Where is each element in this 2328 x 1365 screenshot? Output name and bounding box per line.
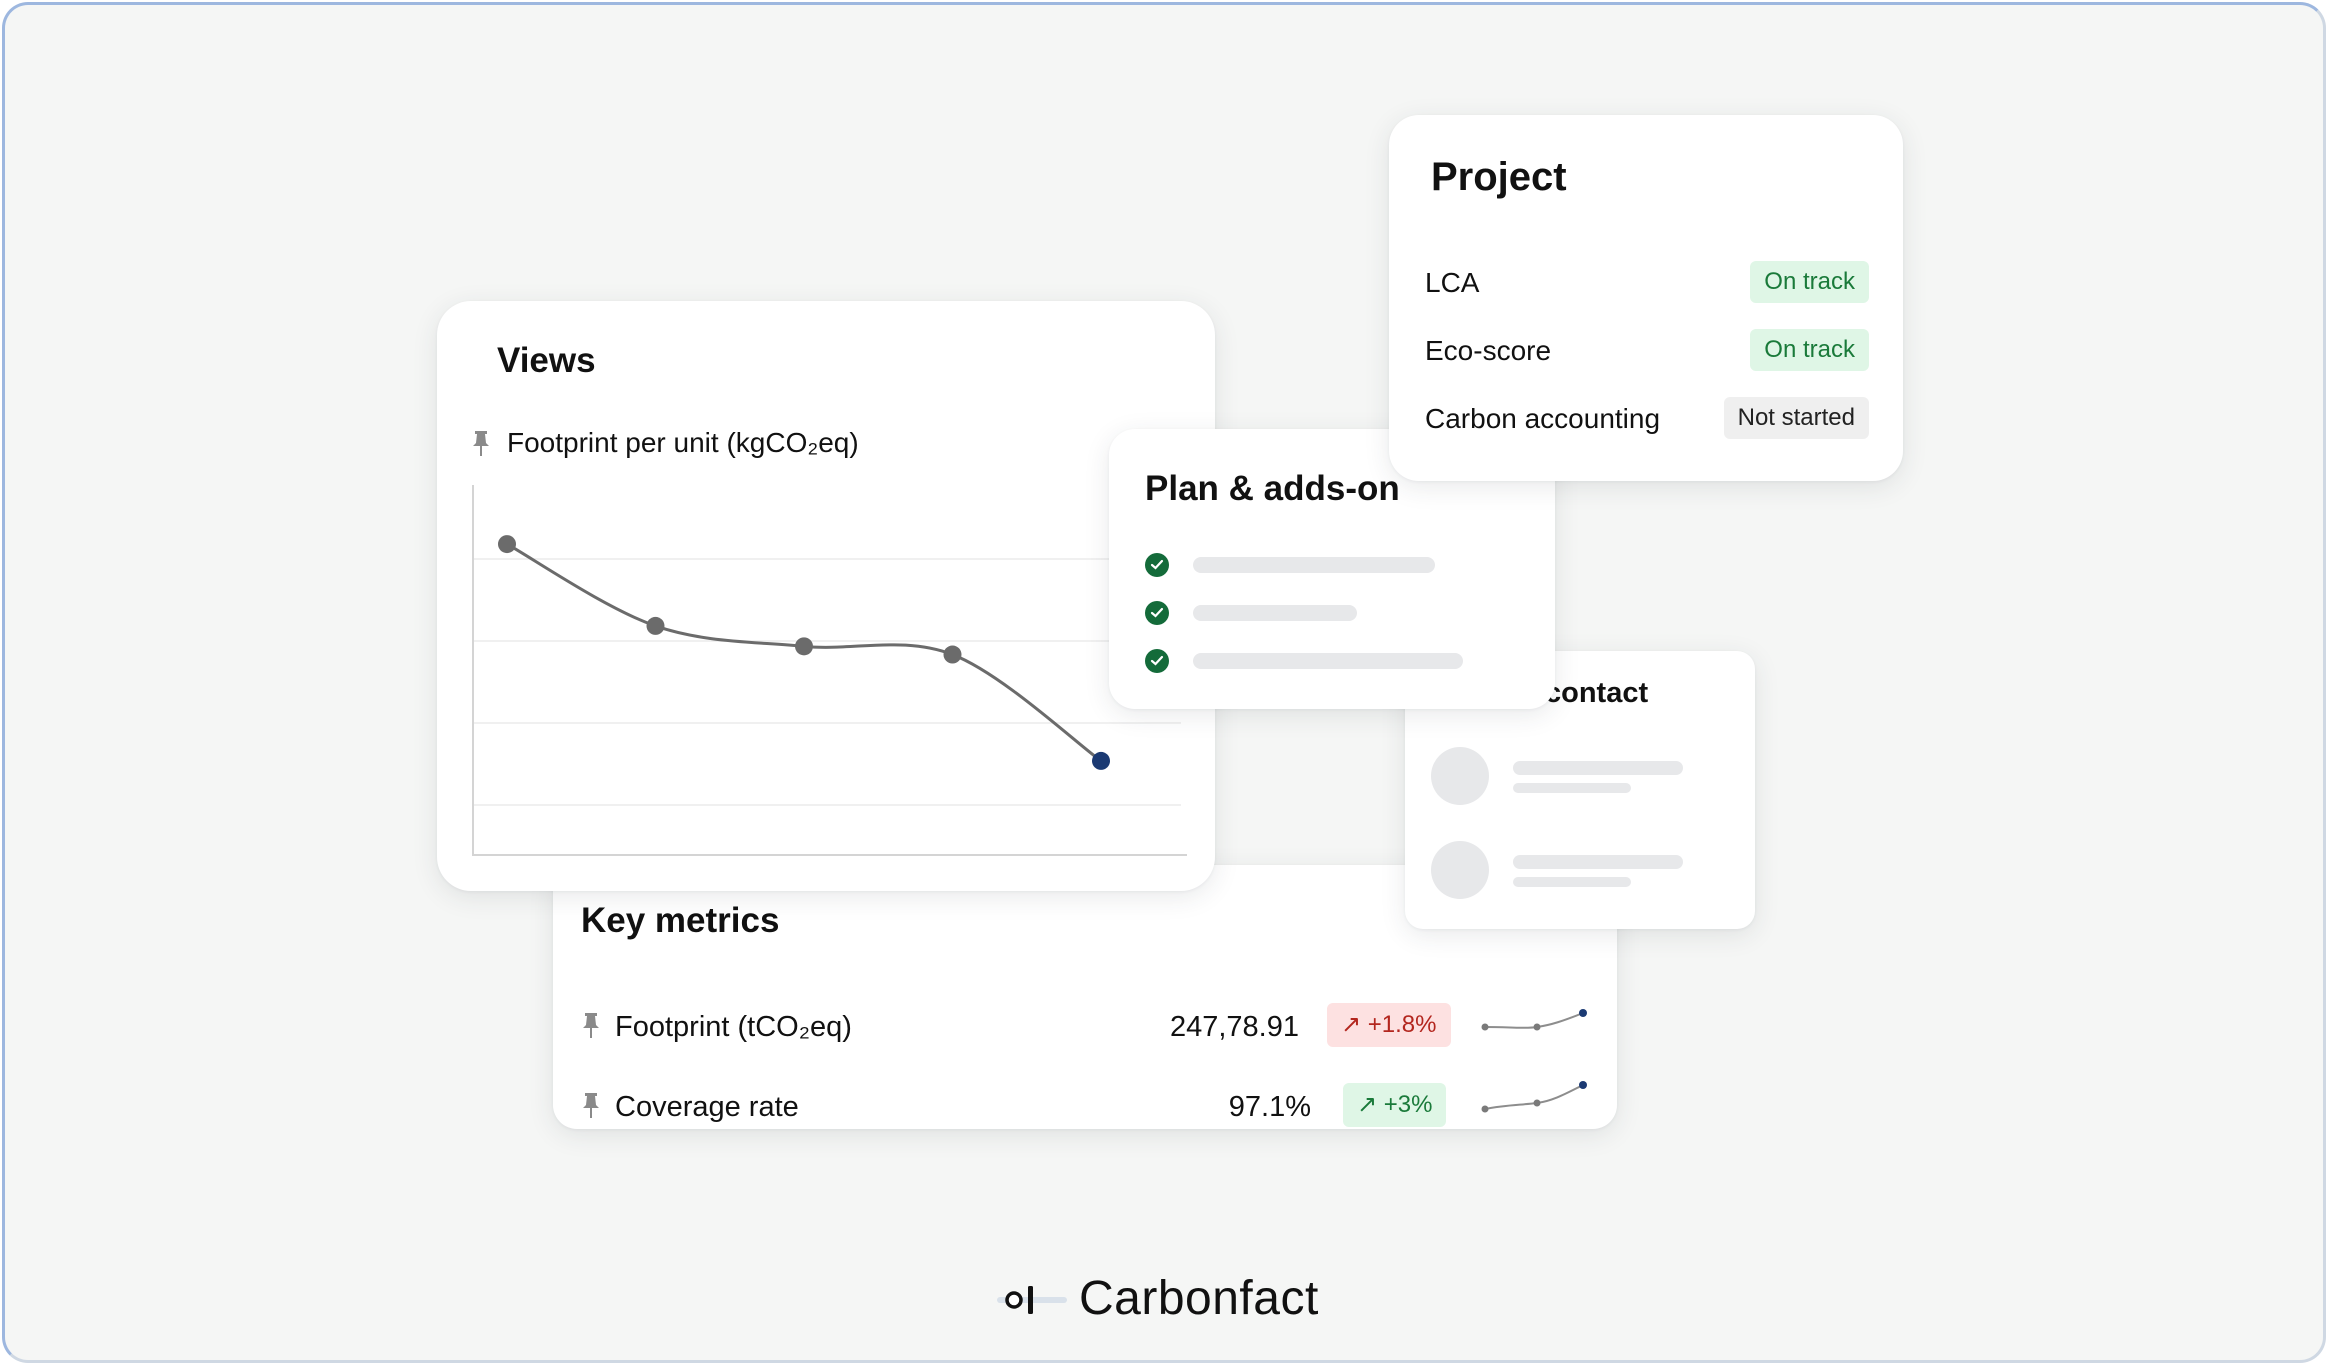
project-row-lca[interactable]: LCA On track	[1425, 261, 1869, 305]
project-label: Eco-score	[1425, 335, 1552, 366]
metric-row-footprint[interactable]: Footprint (tCO₂eq) 247,78.91 ↗ +1.8%	[553, 999, 1617, 1059]
key-metrics-title: Key metrics	[581, 901, 780, 940]
views-card: Views Footprint per unit (kgCO₂eq)	[437, 301, 1215, 891]
plan-item	[1145, 597, 1505, 627]
metric-value: 247,78.91	[1169, 1011, 1299, 1043]
data-point	[943, 645, 962, 664]
status-badge: Not started	[1723, 397, 1869, 439]
project-card: Project LCA On track Eco-score On track …	[1389, 115, 1903, 481]
avatar	[1431, 841, 1489, 899]
plan-title: Plan & adds-on	[1145, 469, 1400, 508]
project-title: Project	[1431, 155, 1567, 199]
change-badge: ↗ +1.8%	[1327, 1003, 1451, 1047]
plan-item	[1145, 645, 1505, 675]
skeleton-line	[1193, 605, 1357, 621]
skeleton-line	[1513, 783, 1631, 793]
status-badge: On track	[1750, 329, 1869, 371]
carbonfact-logo: Carbonfact	[997, 1271, 1377, 1329]
chart-axis	[472, 485, 1187, 856]
change-badge: ↗ +3%	[1343, 1083, 1447, 1127]
project-row-carbon-accounting[interactable]: Carbon accounting Not started	[1425, 397, 1869, 441]
plan-item	[1145, 549, 1505, 579]
skeleton-line	[1513, 877, 1631, 887]
avatar	[1431, 747, 1489, 805]
project-label: Carbon accounting	[1425, 403, 1661, 434]
sparkline	[1481, 1081, 1587, 1113]
pin-icon[interactable]	[581, 1013, 601, 1039]
footprint-line-chart	[472, 485, 1187, 856]
data-point	[498, 535, 516, 554]
canvas-frame: Key metrics Footprint (tCO₂eq) 247,78.91…	[2, 2, 2326, 1363]
sparkline	[1481, 1009, 1587, 1031]
skeleton-line	[1193, 653, 1463, 669]
project-row-eco-score[interactable]: Eco-score On track	[1425, 329, 1869, 373]
logo-mark-icon	[997, 1286, 1067, 1314]
status-badge: On track	[1750, 261, 1869, 303]
skeleton-line	[1513, 855, 1683, 869]
project-label: LCA	[1425, 267, 1480, 298]
metric-label: Footprint (tCO₂eq)	[615, 1011, 852, 1043]
check-icon	[1145, 553, 1169, 577]
data-point	[795, 637, 813, 656]
data-point-latest	[1092, 751, 1110, 770]
contact-title: contact	[1545, 677, 1649, 709]
metric-value: 97.1%	[1228, 1091, 1311, 1123]
check-icon	[1145, 649, 1169, 673]
metric-row-coverage[interactable]: Coverage rate 97.1% ↗ +3%	[553, 1079, 1617, 1139]
metric-label: Coverage rate	[615, 1091, 799, 1123]
data-point	[646, 616, 665, 635]
brand-name: Carbonfact	[1079, 1272, 1319, 1325]
skeleton-line	[1193, 557, 1435, 573]
skeleton-line	[1513, 761, 1683, 775]
check-icon	[1145, 601, 1169, 625]
pin-icon[interactable]	[581, 1093, 601, 1119]
